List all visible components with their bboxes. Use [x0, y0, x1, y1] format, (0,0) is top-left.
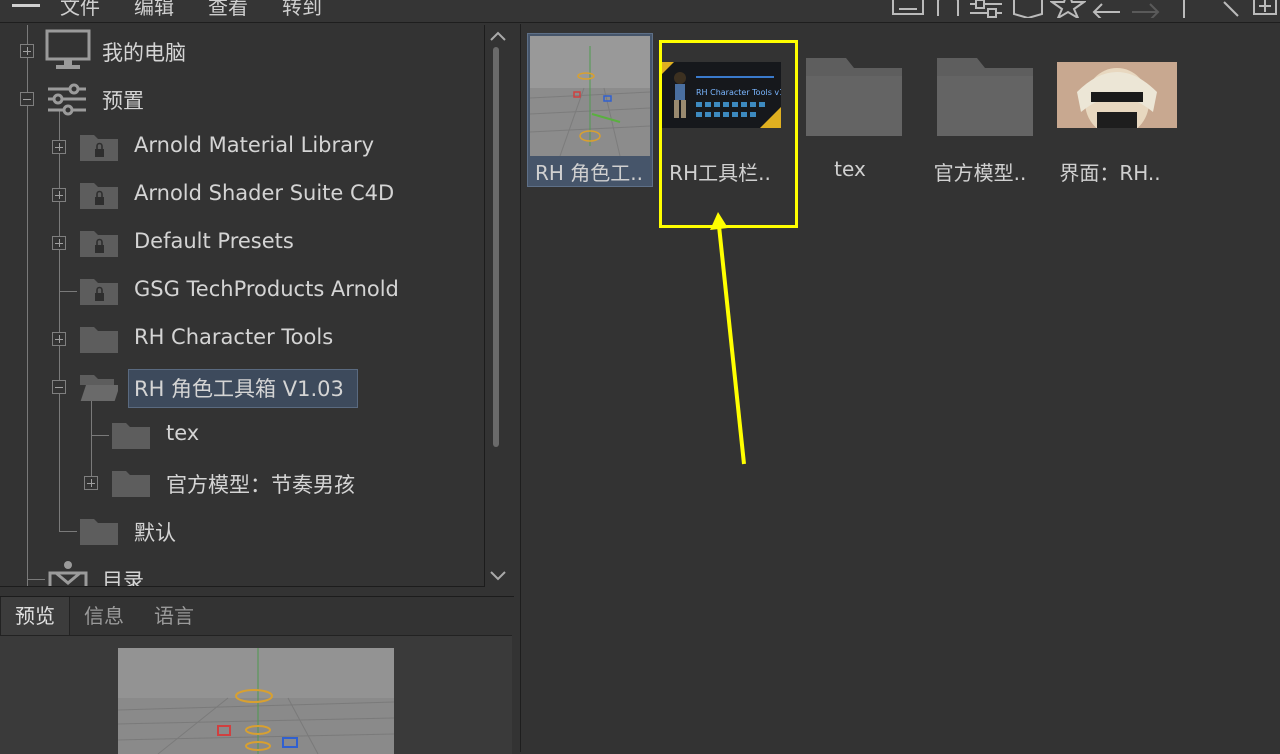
locked-folder-icon	[80, 135, 118, 161]
tree-node-gsg-techproducts[interactable]: GSG TechProducts Arnold	[134, 277, 399, 301]
back-arrow-icon[interactable]	[1088, 0, 1124, 18]
preview-scene-image	[118, 648, 394, 754]
locked-folder-icon	[80, 231, 118, 257]
settings-sliders-icon[interactable]	[966, 0, 1006, 18]
tree-connector	[91, 435, 109, 436]
star-icon[interactable]	[1050, 0, 1086, 18]
folder-icon	[80, 519, 118, 545]
content-grid: RH 角色工.. RH Character Tools v1.0 RH工具栏..…	[520, 24, 1280, 752]
menu-goto[interactable]: 转到	[282, 0, 322, 20]
tree-connector	[59, 111, 60, 531]
portrait-thumbnail[interactable]	[1057, 62, 1177, 128]
hamburger-menu-icon[interactable]	[12, 0, 40, 16]
shield-icon[interactable]	[1010, 0, 1046, 18]
preview-panel: 预览 信息 语言	[0, 596, 514, 754]
locked-folder-icon	[80, 279, 118, 305]
content-item-label: 官方模型..	[933, 161, 1027, 185]
sliders-icon	[48, 83, 86, 116]
tree-scrollbar[interactable]	[486, 25, 512, 586]
preview-frame	[0, 635, 512, 754]
expand-toggle[interactable]	[52, 332, 66, 346]
monitor-icon	[45, 29, 91, 69]
folder-icon	[80, 327, 118, 353]
menu-view[interactable]: 查看	[208, 0, 248, 20]
scrollbar-thumb[interactable]	[493, 47, 499, 447]
tree-panel: 我的电脑 预置 Arnold Material Library Arnold S…	[0, 25, 485, 587]
tree-node-rh-toolbox-v103[interactable]: RH 角色工具箱 V1.03	[134, 373, 344, 403]
tree-node-default-presets[interactable]: Default Presets	[134, 229, 294, 253]
content-item-label: RH 角色工..	[534, 161, 643, 185]
tree-node-arnold-shader-suite[interactable]: Arnold Shader Suite C4D	[134, 181, 394, 205]
tab-preview[interactable]: 预览	[0, 597, 70, 635]
tree-connector	[59, 531, 77, 532]
menu-edit[interactable]: 编辑	[134, 0, 174, 20]
collapse-toggle[interactable]	[52, 380, 66, 394]
menu-bar: 文件 编辑 查看 转到	[0, 0, 1280, 23]
tree-node-default[interactable]: 默认	[134, 517, 176, 547]
catalog-icon	[48, 561, 88, 586]
forward-arrow-icon[interactable]	[1128, 0, 1164, 18]
tab-language[interactable]: 语言	[140, 597, 208, 635]
menu-file[interactable]: 文件	[60, 0, 100, 20]
expand-toggle[interactable]	[52, 236, 66, 250]
expand-toggle[interactable]	[84, 476, 98, 490]
folder-icon[interactable]	[937, 56, 1033, 136]
tree-node-tex[interactable]: tex	[166, 421, 199, 445]
scroll-up-icon[interactable]	[488, 29, 508, 43]
tab-info[interactable]: 信息	[70, 597, 138, 635]
upload-icon[interactable]	[930, 0, 966, 18]
tree-connector	[27, 59, 28, 586]
collapse-toggle[interactable]	[20, 92, 34, 106]
expand-toggle[interactable]	[52, 140, 66, 154]
content-item-label: 界面：RH..	[1059, 161, 1161, 185]
folder-icon[interactable]	[806, 56, 902, 136]
locked-folder-icon	[80, 183, 118, 209]
scene-thumbnail	[530, 36, 650, 156]
tree-node-presets[interactable]: 预置	[102, 85, 144, 115]
tree-node-arnold-material-library[interactable]: Arnold Material Library	[134, 133, 374, 157]
tree-node-catalog[interactable]: 目录	[102, 565, 144, 586]
new-item-icon[interactable]	[1250, 0, 1280, 18]
search-icon[interactable]	[1210, 0, 1246, 18]
scroll-down-icon[interactable]	[488, 569, 508, 583]
folder-icon	[112, 423, 150, 449]
annotation-arrow	[710, 212, 746, 465]
up-arrow-icon[interactable]	[1172, 0, 1192, 18]
expand-toggle[interactable]	[20, 44, 34, 58]
tree-node-rh-character-tools[interactable]: RH Character Tools	[134, 325, 333, 349]
tree-connector	[91, 395, 92, 487]
folder-icon	[112, 471, 150, 497]
open-folder-icon	[80, 375, 118, 401]
content-item-label: tex	[834, 157, 866, 181]
tree-node-official-model[interactable]: 官方模型：节奏男孩	[166, 469, 355, 499]
tree-connector	[59, 291, 77, 292]
expand-toggle[interactable]	[52, 188, 66, 202]
tree-connector	[27, 579, 45, 580]
tree-node-my-computer[interactable]: 我的电脑	[102, 37, 186, 67]
collapse-icon[interactable]	[890, 0, 926, 18]
